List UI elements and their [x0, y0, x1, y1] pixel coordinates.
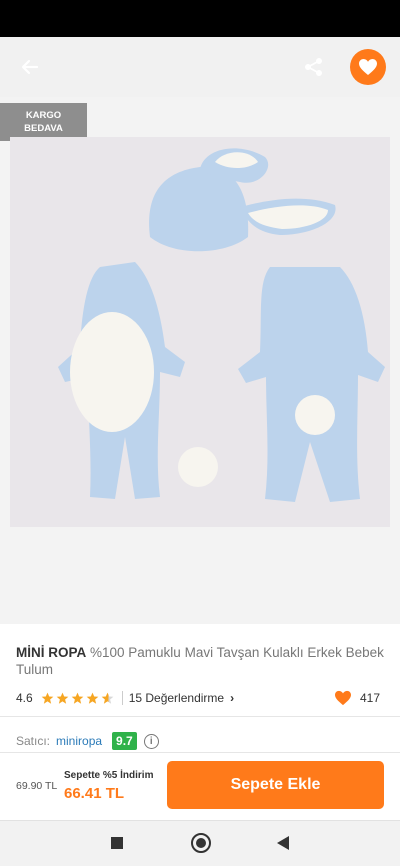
like-count[interactable]: 417	[334, 690, 380, 706]
status-bar	[0, 0, 400, 37]
likes-value: 417	[359, 691, 380, 705]
divider	[0, 716, 400, 717]
product-title: MİNİ ROPA %100 Pamuklu Mavi Tavşan Kulak…	[16, 644, 386, 678]
product-illustration	[10, 137, 390, 527]
chevron-right-icon: ›	[230, 691, 235, 705]
seller-row[interactable]: Satıcı: miniropa 9.7 i	[16, 732, 159, 750]
rating-value: 4.6	[16, 691, 33, 705]
old-price: 69.90 TL	[16, 780, 58, 792]
brand-name[interactable]: MİNİ ROPA	[16, 645, 86, 660]
product-info-panel: MİNİ ROPA %100 Pamuklu Mavi Tavşan Kulak…	[0, 624, 400, 820]
discounted-price: 66.41 TL	[64, 785, 125, 802]
back-button[interactable]	[14, 51, 46, 83]
discount-label: Sepette %5 İndirim	[64, 770, 154, 781]
divider	[121, 691, 123, 705]
share-icon	[305, 58, 322, 76]
seller-label: Satıcı:	[16, 734, 51, 748]
star-icon	[71, 692, 84, 704]
arrow-left-icon	[21, 59, 39, 75]
badge-line-1: KARGO	[25, 110, 62, 121]
heart-icon	[359, 59, 377, 75]
star-icon	[56, 692, 69, 704]
star-icon	[86, 692, 99, 704]
heart-icon	[334, 690, 351, 706]
add-to-cart-button[interactable]: Sepete Ekle	[167, 761, 384, 809]
badge-line-2: BEDAVA	[24, 123, 63, 134]
reviews-link[interactable]: 15 Değerlendirme	[129, 691, 224, 705]
favorite-button[interactable]	[350, 49, 386, 85]
circle-home-icon[interactable]	[191, 833, 211, 853]
share-button[interactable]	[298, 51, 330, 83]
half-star-icon	[101, 692, 114, 704]
system-nav-bar	[0, 820, 400, 866]
product-image-gallery[interactable]: KARGO BEDAVA	[0, 97, 400, 624]
app-bar	[0, 37, 400, 97]
rating-stars	[41, 692, 116, 705]
star-icon	[41, 692, 54, 704]
free-shipping-badge: KARGO BEDAVA	[0, 103, 87, 141]
product-photo[interactable]	[10, 137, 390, 527]
info-icon[interactable]: i	[143, 733, 159, 749]
rating-row[interactable]: 4.6 15 Değerlendirme ›	[16, 690, 234, 706]
square-icon[interactable]	[111, 837, 123, 849]
seller-score-badge: 9.7	[112, 732, 137, 750]
triangle-back-icon[interactable]	[277, 836, 289, 850]
seller-name-link[interactable]: miniropa	[56, 734, 102, 748]
divider	[0, 752, 400, 753]
